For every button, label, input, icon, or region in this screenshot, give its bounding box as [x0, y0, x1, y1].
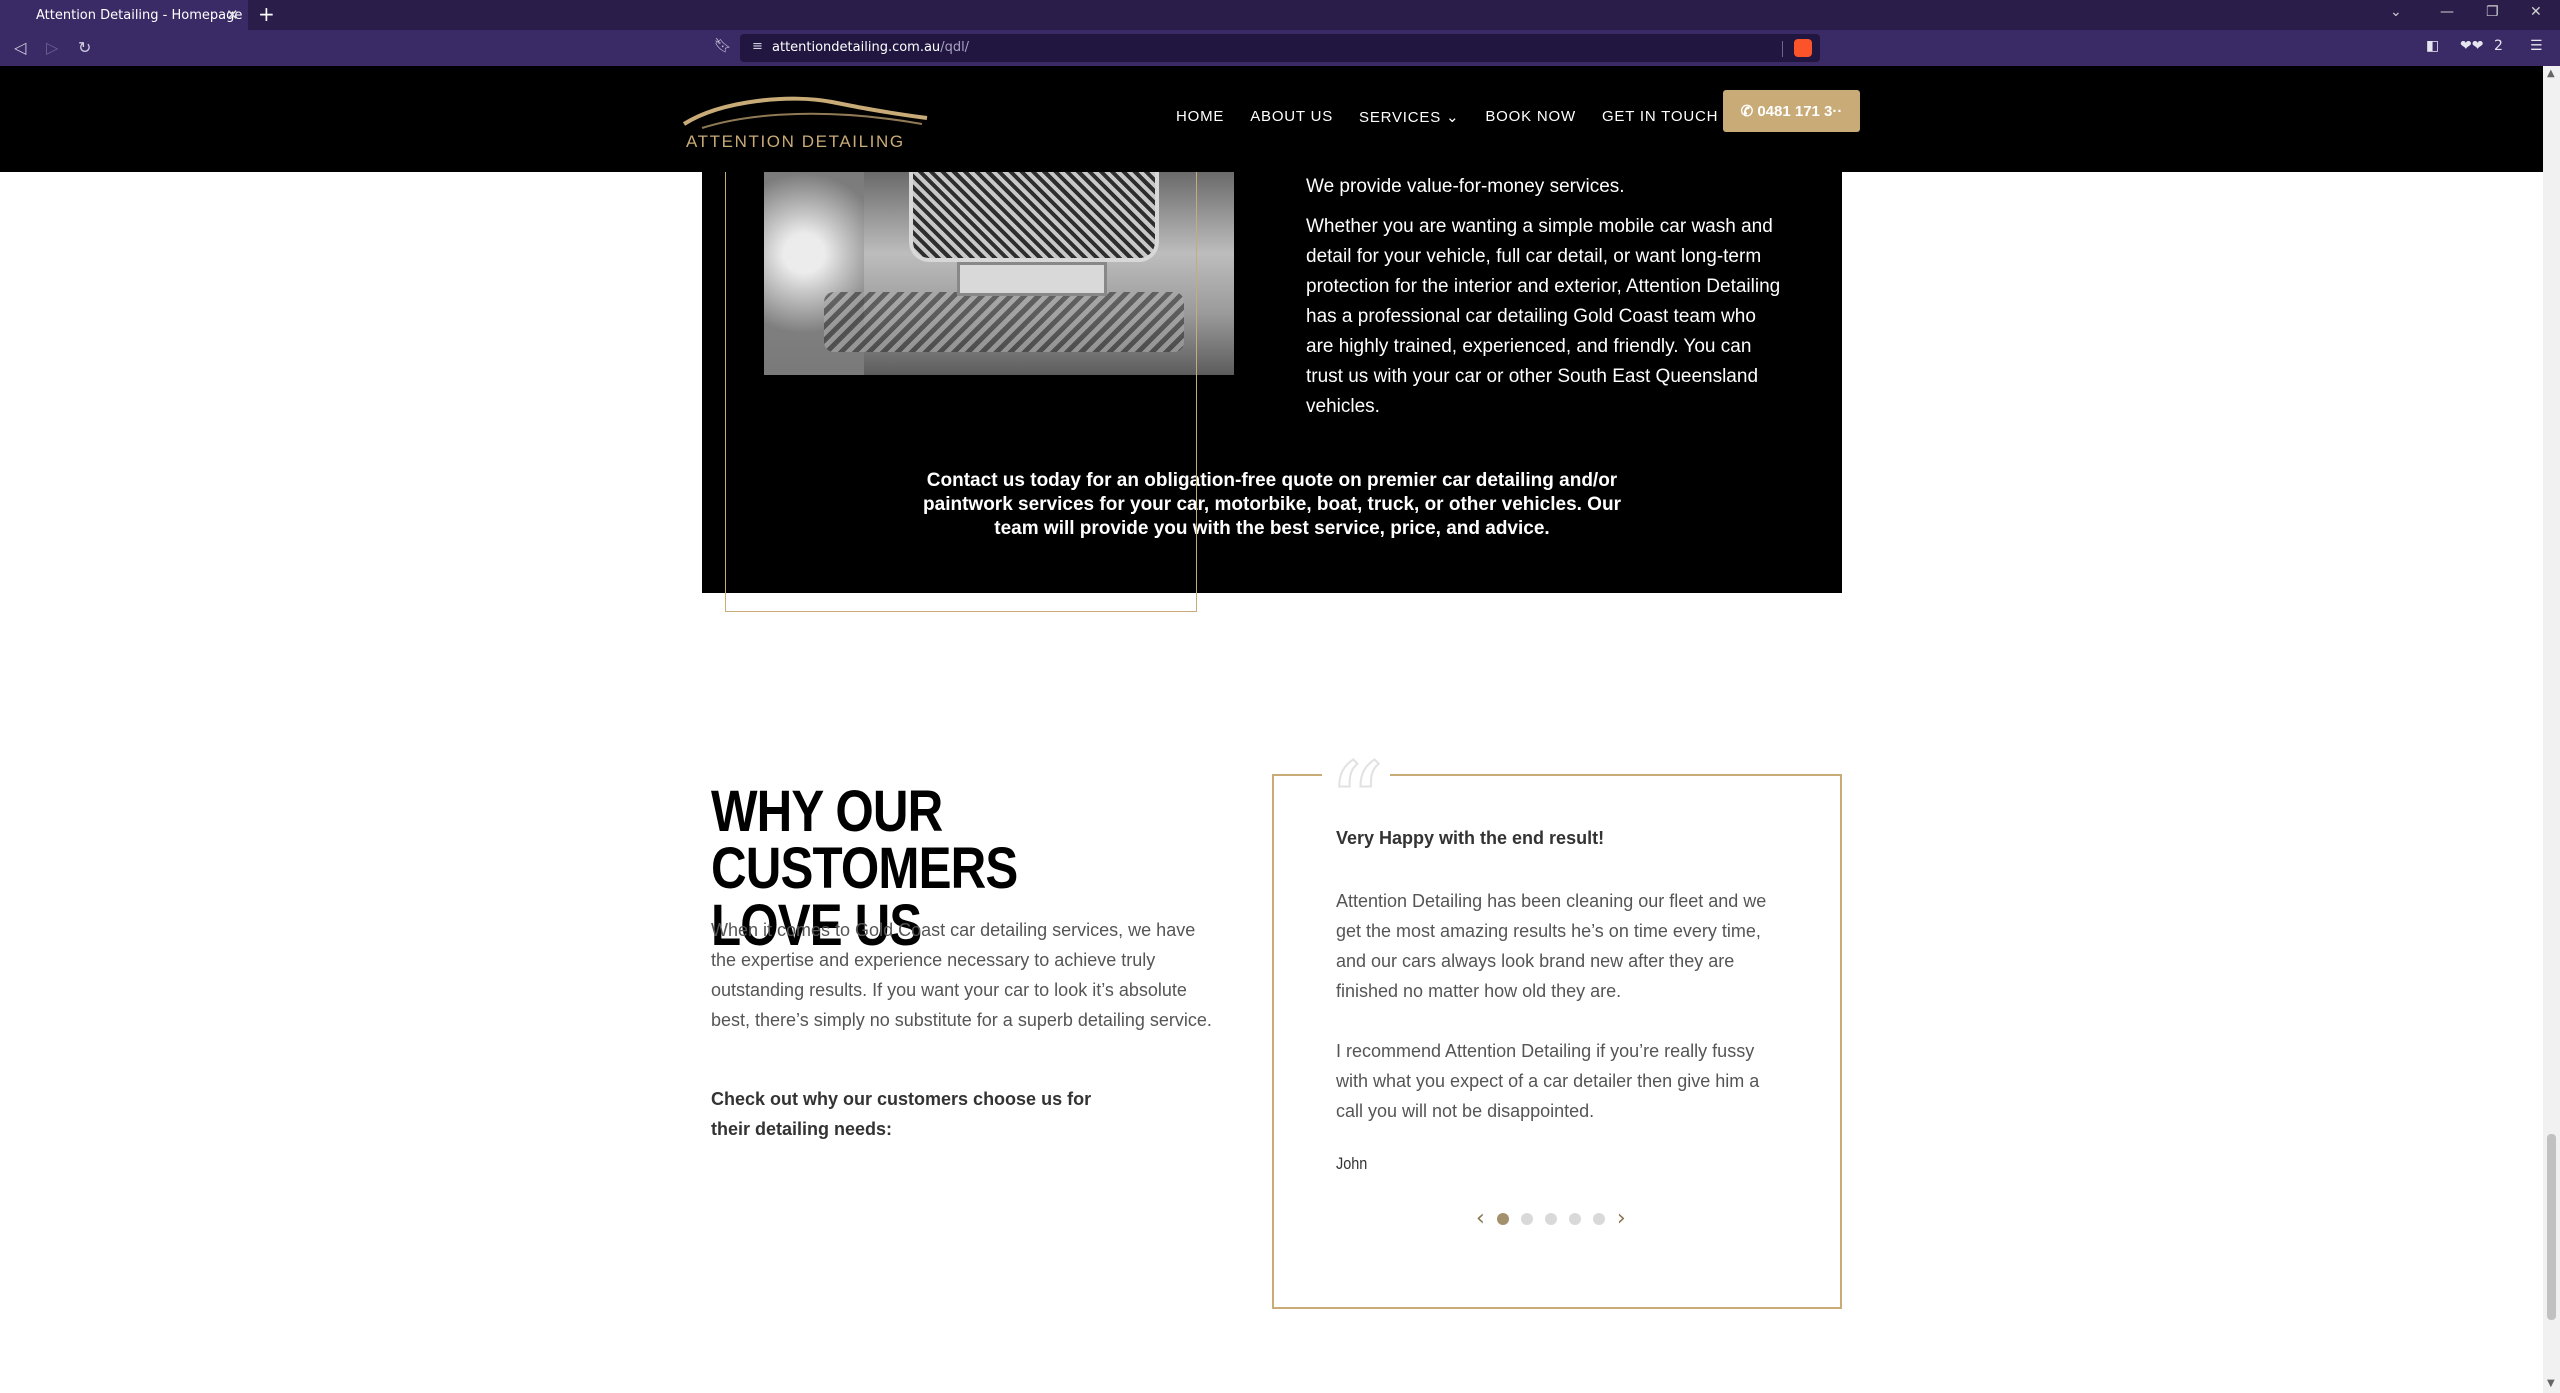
phone-icon: ✆: [1740, 103, 1758, 120]
reload-icon[interactable]: ↻: [78, 38, 91, 57]
url-path: /qdl/: [940, 40, 970, 55]
site-info-icon[interactable]: ≡: [752, 39, 763, 54]
url-host: attentiondetailing.com.au: [772, 40, 941, 55]
menu-icon[interactable]: ☰: [2530, 38, 2543, 54]
nav-home[interactable]: HOME: [1176, 108, 1224, 126]
nav-services-label: SERVICES: [1359, 109, 1442, 126]
tab-title: Attention Detailing - Homepage: [36, 7, 243, 23]
close-window-icon[interactable]: ✕: [2530, 4, 2542, 20]
car-silhouette-icon: [682, 96, 928, 129]
testimonial-headline: Very Happy with the end result!: [1336, 828, 1605, 848]
nav-book-now[interactable]: BOOK NOW: [1485, 108, 1576, 126]
lower-grille-graphic: [824, 292, 1184, 352]
why-section-text: When it comes to Gold Coast car detailin…: [711, 920, 1212, 1030]
slider-dot[interactable]: [1592, 1212, 1605, 1225]
browser-tabbar: Attention Detailing - Homepage ✕ + ⌄ — ❐…: [0, 0, 2560, 30]
slider-dot[interactable]: [1520, 1212, 1533, 1225]
grille-graphic: [909, 172, 1159, 262]
browser-toolbar: ◁ ▷ ↻ 🔖︎ ≡ attentiondetailing.com.au/qdl…: [0, 30, 2560, 66]
contact-cta-text: Contact us today for an obligation-free …: [923, 470, 1621, 539]
chevron-down-icon: ⌄: [1445, 109, 1460, 126]
car-wash-image: [764, 172, 1234, 375]
testimonial-card: “ Very Happy with the end result! Attent…: [1272, 747, 1842, 1309]
testimonial-author: John: [1336, 1154, 1368, 1173]
testimonial-body-2: I recommend Attention Detailing if you’r…: [1336, 1041, 1760, 1121]
why-title-line1: WHY OUR: [711, 779, 943, 844]
testimonial-slider-controls: ‹ ›: [1476, 1206, 1626, 1231]
quote-icon: “: [1322, 747, 1391, 859]
forward-icon[interactable]: ▷: [46, 38, 58, 57]
nav-about[interactable]: ABOUT US: [1250, 108, 1333, 126]
url-text[interactable]: attentiondetailing.com.au/qdl/: [772, 40, 969, 55]
why-section-cta: Check out why our customers choose us fo…: [711, 1089, 1092, 1139]
phone-button[interactable]: ✆ 0481 171 3··: [1723, 90, 1860, 132]
next-arrow-icon[interactable]: ›: [1617, 1206, 1626, 1231]
services-paragraph: Whether you are wanting a simple mobile …: [1306, 216, 1781, 417]
nav-services[interactable]: SERVICES ⌄: [1359, 108, 1459, 126]
back-icon[interactable]: ◁: [14, 38, 26, 57]
license-plate-graphic: [957, 262, 1107, 296]
about-dark-section: We provide value-for-money services. Whe…: [702, 172, 1842, 593]
scroll-down-icon[interactable]: ▼: [2547, 1378, 2555, 1389]
brave-shields-icon[interactable]: [1794, 39, 1812, 57]
scrollbar-thumb[interactable]: [2547, 1134, 2556, 1320]
main-nav: HOME ABOUT US SERVICES ⌄ BOOK NOW GET IN…: [1176, 108, 1718, 126]
minimize-icon[interactable]: —: [2440, 4, 2454, 20]
slider-dot[interactable]: [1496, 1212, 1509, 1225]
prev-arrow-icon[interactable]: ‹: [1476, 1206, 1485, 1231]
url-separator: [1782, 41, 1783, 57]
slider-dot[interactable]: [1544, 1212, 1557, 1225]
page-scrollbar[interactable]: ▲ ▼: [2543, 66, 2560, 1393]
slider-dot[interactable]: [1568, 1212, 1581, 1225]
extension-count-badge[interactable]: 2: [2494, 38, 2503, 54]
tab-list-chevron-icon[interactable]: ⌄: [2390, 4, 2402, 20]
testimonial-body-1: Attention Detailing has been cleaning ou…: [1336, 891, 1767, 1001]
nav-get-in-touch[interactable]: GET IN TOUCH: [1602, 108, 1718, 126]
restore-icon[interactable]: ❐: [2486, 4, 2499, 20]
rewards-icon[interactable]: ❤❤: [2460, 38, 2483, 54]
site-header: ATTENTION DETAILING HOME ABOUT US SERVIC…: [0, 66, 2543, 172]
value-text: We provide value-for-money services.: [1306, 176, 1625, 197]
site-logo[interactable]: ATTENTION DETAILING: [682, 90, 932, 156]
scroll-up-icon[interactable]: ▲: [2547, 68, 2555, 79]
address-bar[interactable]: ≡ attentiondetailing.com.au/qdl/: [740, 34, 1820, 62]
sidebar-icon[interactable]: ◧: [2426, 38, 2439, 54]
new-tab-button[interactable]: +: [258, 2, 275, 26]
logo-text: ATTENTION DETAILING: [686, 132, 905, 151]
phone-label: 0481 171 3··: [1757, 102, 1843, 120]
tab-close-icon[interactable]: ✕: [226, 6, 239, 24]
bookmark-icon[interactable]: 🔖︎: [714, 38, 732, 54]
browser-tab[interactable]: Attention Detailing - Homepage ✕: [0, 0, 248, 30]
